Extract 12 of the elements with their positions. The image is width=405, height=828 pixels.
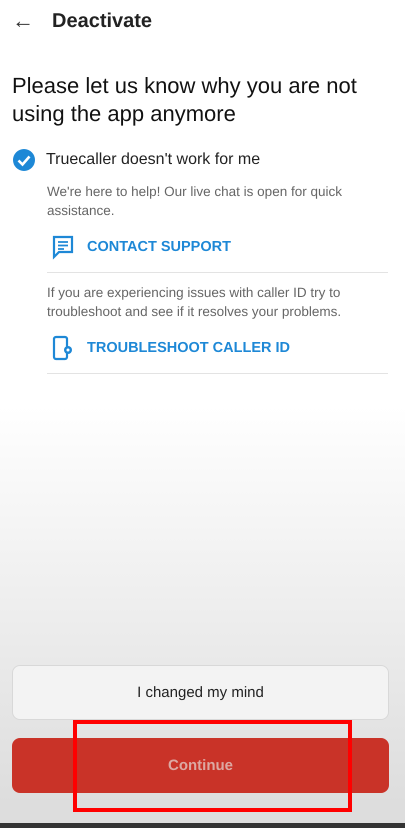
reason-label: Truecaller doesn't work for me xyxy=(46,151,260,169)
chat-icon xyxy=(51,234,75,260)
back-button[interactable]: ← xyxy=(12,8,34,34)
question-heading: Please let us know why you are not using the app anymore xyxy=(12,72,358,128)
checkbox[interactable] xyxy=(12,148,36,172)
action-link[interactable]: TROUBLESHOOT CALLER ID xyxy=(47,335,294,361)
phone-gear-icon xyxy=(51,335,75,361)
help-text: We're here to help! Our live chat is open for quick assistance. xyxy=(47,183,343,220)
screen-title: Deactivate xyxy=(52,10,152,32)
action-link[interactable]: CONTACT SUPPORT xyxy=(47,234,235,260)
cancel-button[interactable]: I changed my mind xyxy=(12,665,389,720)
help-text: If you are experiencing issues with caller ID try to troubleshoot and see if it resolves your problems. xyxy=(47,284,342,321)
